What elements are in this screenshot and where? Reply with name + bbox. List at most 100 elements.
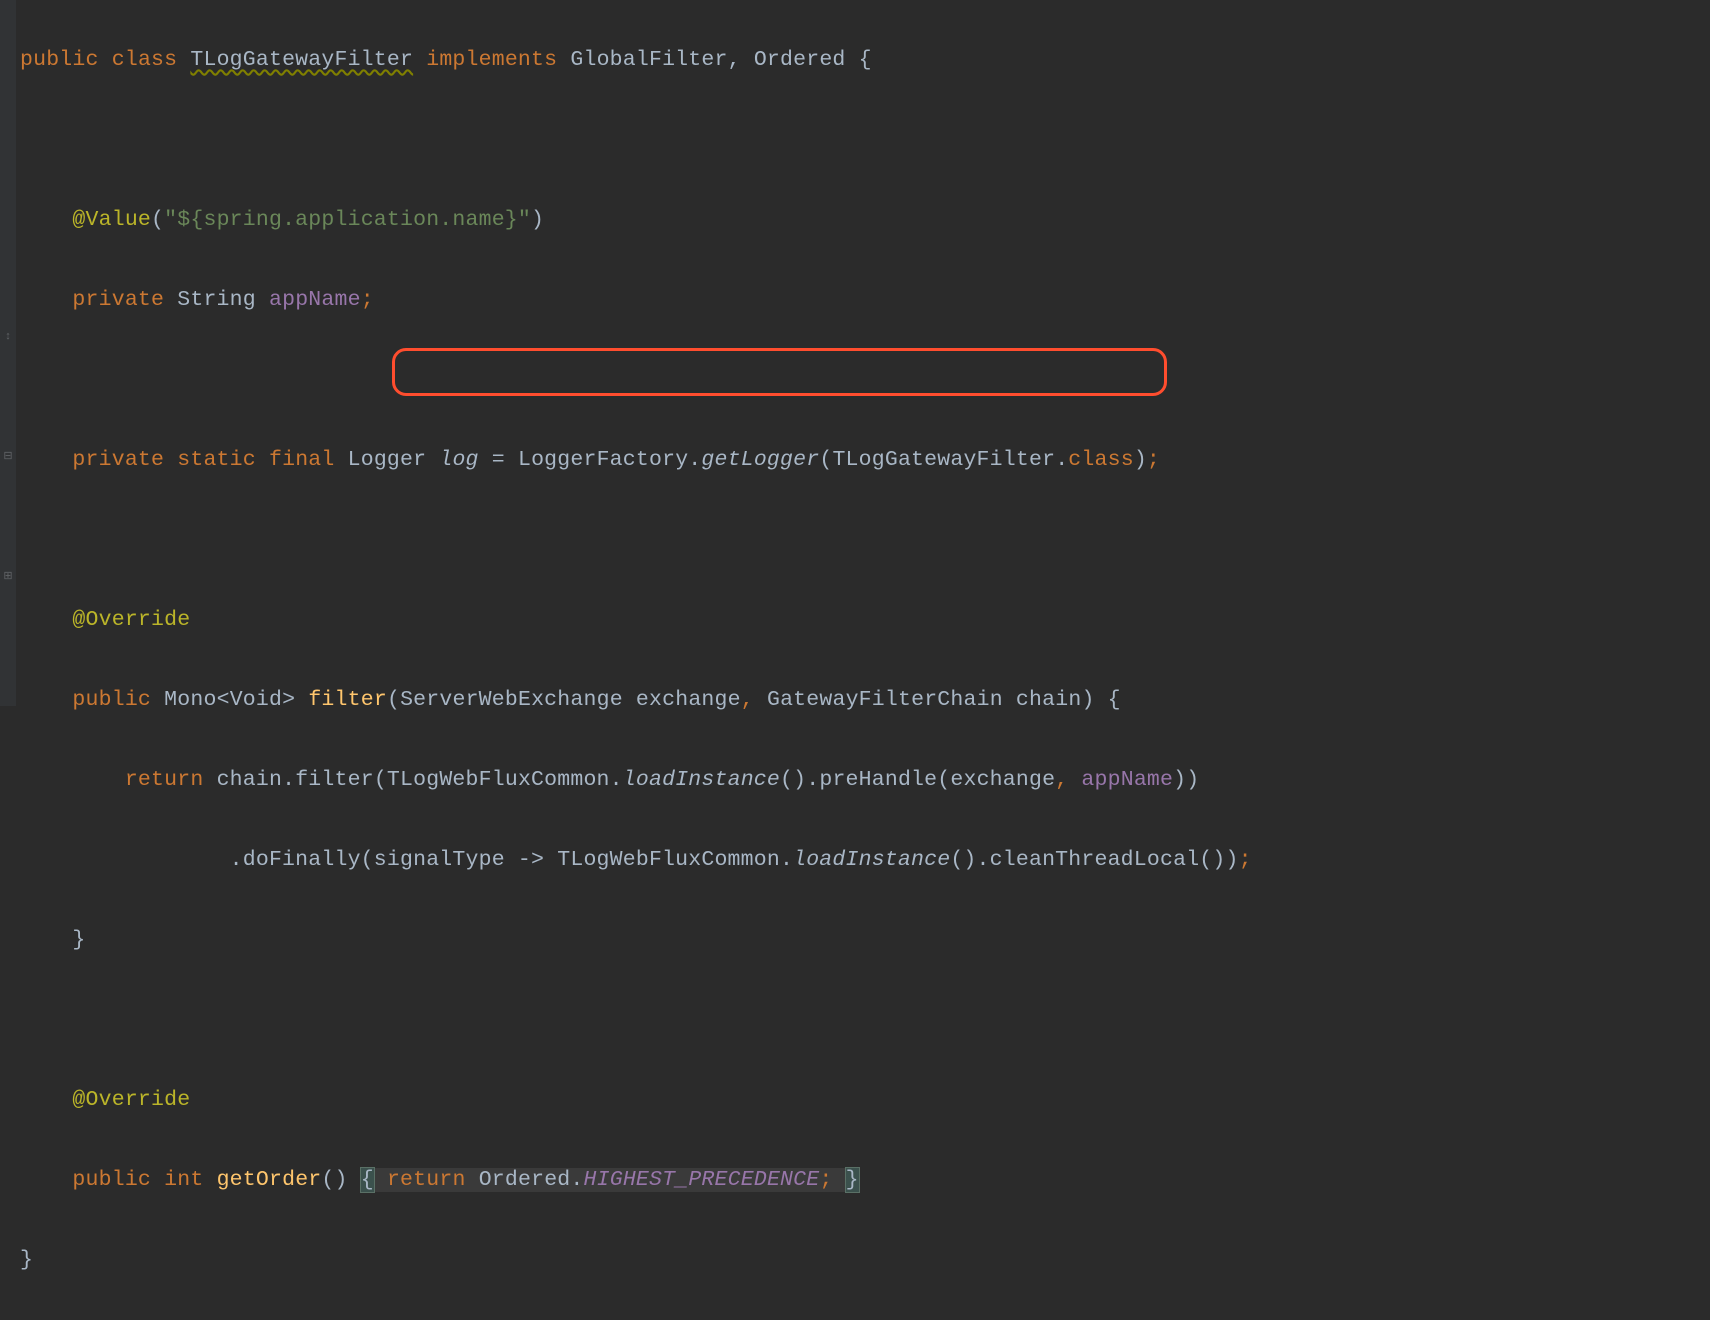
keyword-final: final (269, 448, 335, 472)
code-line[interactable]: .doFinally(signalType -> TLogWebFluxComm… (20, 840, 1252, 880)
method-loadinstance: loadInstance (793, 848, 950, 872)
paren-close: ) (1134, 448, 1147, 472)
type-string: String (177, 288, 256, 312)
blank-line[interactable] (20, 360, 1252, 400)
blank-line[interactable] (20, 120, 1252, 160)
editor-gutter: ↕ ⊟ ⊞ (0, 0, 16, 706)
parens: () (321, 1168, 347, 1192)
arg-exchange: exchange (950, 768, 1055, 792)
dot: . (1055, 448, 1068, 472)
param-type: ServerWebExchange (400, 688, 623, 712)
blank-line[interactable] (20, 520, 1252, 560)
dot: . (688, 448, 701, 472)
dot: . (282, 768, 295, 792)
brace-close: } (20, 1248, 33, 1272)
angle-close: > (282, 688, 295, 712)
brace-open-highlight: { (361, 1168, 374, 1192)
fold-collapse-icon[interactable]: ⊟ (2, 450, 14, 462)
param-exchange: exchange (636, 688, 741, 712)
dot: . (780, 848, 793, 872)
parens: () (1199, 848, 1225, 872)
paren-open: ( (361, 848, 374, 872)
equals: = (479, 448, 518, 472)
code-line[interactable]: private static final Logger log = Logger… (20, 440, 1252, 480)
param-chain: chain (1016, 688, 1082, 712)
blank-line[interactable] (20, 1000, 1252, 1040)
keyword-public: public (20, 48, 99, 72)
keyword-class: class (112, 48, 178, 72)
paren-close: ) (1081, 688, 1094, 712)
method-getorder: getOrder (217, 1168, 322, 1192)
var-log: log (439, 448, 478, 472)
class-tlogwebfluxcommon: TLogWebFluxCommon (387, 768, 610, 792)
paren-close: ) (1173, 768, 1186, 792)
code-line[interactable]: @Value("${spring.application.name}") (20, 200, 1252, 240)
paren-close: ) (1226, 848, 1239, 872)
comma: , (1055, 768, 1068, 792)
annotation-override: @Override (72, 1088, 190, 1112)
keyword-public: public (72, 1168, 151, 1192)
class-name: TLogGatewayFilter (190, 48, 413, 72)
annotation-override: @Override (72, 608, 190, 632)
code-line[interactable]: @Override (20, 600, 1252, 640)
semicolon: ; (819, 1168, 832, 1192)
method-prehandle: preHandle (819, 768, 937, 792)
brace-open: { (1108, 688, 1121, 712)
code-line[interactable]: private String appName; (20, 280, 1252, 320)
parens: () (780, 768, 806, 792)
class-loggerfactory: LoggerFactory (518, 448, 688, 472)
keyword-class: class (1068, 448, 1134, 472)
brace-close: } (72, 928, 85, 952)
type-void: Void (230, 688, 282, 712)
class-ordered: Ordered (479, 1168, 571, 1192)
arg-appname: appName (1081, 768, 1173, 792)
brace-close-highlight: } (846, 1168, 859, 1192)
folded-body[interactable]: { return Ordered.HIGHEST_PRECEDENCE; } (361, 1168, 859, 1192)
keyword-return: return (387, 1168, 466, 1192)
method-getlogger: getLogger (701, 448, 819, 472)
keyword-implements: implements (426, 48, 557, 72)
code-line[interactable]: public class TLogGatewayFilter implement… (20, 40, 1252, 80)
parens: () (950, 848, 976, 872)
keyword-public: public (72, 688, 151, 712)
annotation-value: @Value (72, 208, 151, 232)
lambda-param: signalType (374, 848, 505, 872)
semicolon: ; (361, 288, 374, 312)
lambda-arrow: -> (505, 848, 557, 872)
angle-open: < (217, 688, 230, 712)
dot: . (230, 848, 243, 872)
field-appname: appName (269, 288, 361, 312)
keyword-private: private (72, 448, 164, 472)
paren-open: ( (387, 688, 400, 712)
method-cleanthreadlocal: cleanThreadLocal (990, 848, 1200, 872)
code-line[interactable]: } (20, 920, 1252, 960)
fold-expand-icon[interactable]: ⊞ (2, 570, 14, 582)
param-type: GatewayFilterChain (767, 688, 1003, 712)
code-line[interactable]: @Override (20, 1080, 1252, 1120)
paren-close: ) (1186, 768, 1199, 792)
paren-open: ( (819, 448, 832, 472)
dot: . (570, 1168, 583, 1192)
interface-name: GlobalFilter (570, 48, 727, 72)
class-arg: TLogGatewayFilter (832, 448, 1055, 472)
method-loadinstance: loadInstance (623, 768, 780, 792)
override-gutter-icon[interactable]: ↕ (2, 330, 14, 342)
method-dofinally: doFinally (243, 848, 361, 872)
method-call-filter: filter (295, 768, 374, 792)
code-line[interactable]: } (20, 1240, 1252, 1280)
semicolon: ; (1239, 848, 1252, 872)
dot: . (806, 768, 819, 792)
keyword-int: int (164, 1168, 203, 1192)
code-line[interactable]: public Mono<Void> filter(ServerWebExchan… (20, 680, 1252, 720)
comma: , (741, 688, 754, 712)
code-line[interactable]: public int getOrder() { return Ordered.H… (20, 1160, 1252, 1200)
comma: , (728, 48, 741, 72)
keyword-static: static (177, 448, 256, 472)
type-mono: Mono (164, 688, 216, 712)
interface-name: Ordered (754, 48, 846, 72)
paren-open: ( (151, 208, 164, 232)
code-editor[interactable]: public class TLogGatewayFilter implement… (20, 0, 1252, 1320)
code-line[interactable]: return chain.filter(TLogWebFluxCommon.lo… (20, 760, 1252, 800)
constant-highest-precedence: HIGHEST_PRECEDENCE (584, 1168, 820, 1192)
class-tlogwebfluxcommon: TLogWebFluxCommon (557, 848, 780, 872)
